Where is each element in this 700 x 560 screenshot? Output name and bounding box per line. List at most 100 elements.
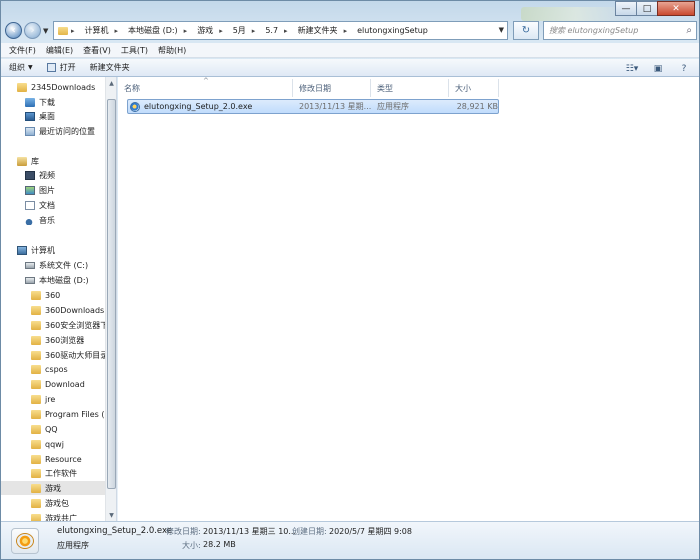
back-button[interactable]: ‹ [5, 22, 22, 39]
nav-item-recent-places[interactable]: 最近访问的位置 [25, 124, 95, 138]
address-bar[interactable]: ▸ 计算机 ▸ 本地磁盘 (D:) ▸ 游戏 ▸ 5月 ▸ 5.7 ▸ 新建文件… [53, 21, 508, 40]
column-header-name[interactable]: 名称 ^ [118, 77, 293, 97]
details-created-label: 创建日期: [292, 527, 327, 536]
breadcrumb-sep[interactable]: ▸ [284, 27, 292, 35]
address-dropdown-icon[interactable]: ▼ [499, 26, 504, 34]
maximize-button[interactable]: □ [636, 1, 658, 16]
nav-item-label: 2345Downloads [31, 82, 96, 92]
nav-item-label: 本地磁盘 (D:) [39, 275, 89, 285]
breadcrumb-label: elutongxingSetup [357, 26, 428, 35]
nav-folder-360-browser[interactable]: 360浏览器 [31, 333, 84, 347]
video-icon [25, 170, 35, 180]
breadcrumb-sep[interactable]: ▸ [115, 27, 123, 35]
nav-item-pictures[interactable]: 图片 [25, 183, 55, 197]
breadcrumb-sep[interactable]: ▸ [252, 27, 260, 35]
column-header-type[interactable]: 类型 [371, 79, 449, 97]
breadcrumb-label: 新建文件夹 [297, 26, 338, 35]
back-arrow-icon: ‹ [11, 25, 16, 36]
nav-item-computer[interactable]: 计算机 [17, 243, 55, 257]
breadcrumb-games[interactable]: 游戏 [197, 25, 213, 36]
new-folder-label: 新建文件夹 [89, 63, 130, 72]
chevron-right-icon: ▸ [251, 26, 256, 35]
nav-folder-360-browser-download[interactable]: 360安全浏览器下 [31, 318, 108, 332]
nav-item-drive-c[interactable]: 系统文件 (C:) [25, 258, 88, 272]
nav-folder-games[interactable]: 游戏 [1, 481, 105, 495]
nav-folder-download[interactable]: Download [31, 377, 85, 391]
folder-icon [17, 82, 27, 92]
folder-icon [31, 305, 41, 315]
file-name: elutongxing_Setup_2.0.exe [144, 102, 253, 111]
preview-pane-icon[interactable]: ▣ [651, 63, 665, 74]
breadcrumb-label: 计算机 [84, 26, 109, 35]
nav-scrollbar[interactable]: ▲ ▼ [105, 77, 116, 521]
refresh-button[interactable]: ↻ [513, 21, 539, 40]
minimize-button[interactable]: — [615, 1, 637, 16]
view-options-icon[interactable]: ☷▾ [625, 63, 639, 74]
chevron-right-icon: ▸ [114, 26, 119, 35]
nav-folder-jre[interactable]: jre [31, 392, 55, 406]
nav-item-videos[interactable]: 视频 [25, 168, 55, 182]
breadcrumb-computer[interactable]: 计算机 [85, 25, 109, 36]
breadcrumb-new-folder[interactable]: 新建文件夹 [298, 25, 338, 36]
nav-item-drive-d[interactable]: 本地磁盘 (D:) [25, 273, 89, 287]
menu-view[interactable]: 查看(V) [83, 45, 111, 56]
nav-item-libraries[interactable]: 库 [17, 154, 39, 168]
nav-item-downloads[interactable]: 下载 [25, 95, 55, 109]
new-folder-button[interactable]: 新建文件夹 [90, 62, 130, 73]
search-input[interactable]: 搜索 elutongxingSetup ⌕ [543, 21, 697, 40]
nav-folder-qq[interactable]: QQ [31, 422, 58, 436]
breadcrumb-may[interactable]: 5月 [233, 25, 246, 36]
breadcrumb-root[interactable]: ▸ [71, 27, 79, 35]
menu-file[interactable]: 文件(F) [9, 45, 36, 56]
nav-item-label: 库 [31, 156, 39, 166]
nav-folder-work-software[interactable]: 工作软件 [31, 466, 77, 480]
details-size-label: 大小: [182, 541, 201, 550]
file-row[interactable]: elutongxing_Setup_2.0.exe 2013/11/13 星期.… [127, 99, 499, 114]
column-header-size[interactable]: 大小 [449, 79, 499, 97]
view-controls: ☷▾ ▣ ? [613, 63, 691, 74]
open-button[interactable]: 打开 [46, 62, 76, 73]
breadcrumb-5-7[interactable]: 5.7 [265, 26, 278, 35]
installer-disc-icon [16, 533, 34, 549]
folder-icon [31, 498, 41, 508]
nav-item-label: qqwj [45, 439, 64, 449]
search-icon[interactable]: ⌕ [686, 25, 692, 36]
breadcrumb-current[interactable]: elutongxingSetup [357, 26, 428, 35]
nav-folder-game-pack[interactable]: 游戏包 [31, 496, 69, 510]
chevron-right-icon: ▸ [219, 26, 223, 35]
help-icon[interactable]: ? [677, 63, 691, 74]
organize-button[interactable]: 组织 ▼ [9, 62, 33, 73]
close-button[interactable]: ✕ [657, 1, 695, 16]
folder-icon [31, 290, 41, 300]
forward-button[interactable]: › [24, 22, 41, 39]
nav-folder-360-driver[interactable]: 360驱动大师目录 [31, 348, 108, 362]
nav-item-2345downloads[interactable]: 2345Downloads [17, 80, 95, 94]
column-header-modified[interactable]: 修改日期 [293, 79, 371, 97]
nav-folder-cspos[interactable]: cspos [31, 362, 68, 376]
nav-folder-resource[interactable]: Resource [31, 452, 82, 466]
menu-help[interactable]: 帮助(H) [158, 45, 186, 56]
breadcrumb-sep[interactable]: ▸ [219, 27, 227, 35]
nav-item-documents[interactable]: 文档 [25, 198, 55, 212]
menu-edit[interactable]: 编辑(E) [46, 45, 73, 56]
nav-folder-qqwj[interactable]: qqwj [31, 437, 64, 451]
forward-arrow-icon: › [30, 25, 35, 36]
breadcrumb-drive-d[interactable]: 本地磁盘 (D:) [128, 25, 178, 36]
nav-item-label: 视频 [39, 170, 55, 180]
nav-folder-360[interactable]: 360 [31, 288, 60, 302]
nav-item-music[interactable]: 音乐 [25, 213, 55, 227]
folder-icon [31, 424, 41, 434]
scrollbar-thumb[interactable] [107, 99, 116, 489]
scroll-down-icon[interactable]: ▼ [106, 509, 116, 521]
nav-folder-360downloads[interactable]: 360Downloads [31, 303, 104, 317]
breadcrumb-sep[interactable]: ▸ [344, 27, 352, 35]
nav-folder-game-share[interactable]: 游戏共广 [31, 511, 77, 521]
scroll-up-icon[interactable]: ▲ [106, 77, 116, 89]
folder-icon [31, 454, 41, 464]
menu-tools[interactable]: 工具(T) [121, 45, 148, 56]
breadcrumb-sep[interactable]: ▸ [184, 27, 192, 35]
column-header-label: 名称 [124, 83, 140, 93]
nav-folder-program-files[interactable]: Program Files ( [31, 407, 105, 421]
recent-pages-dropdown[interactable]: ▼ [43, 27, 48, 35]
nav-item-desktop[interactable]: 桌面 [25, 109, 55, 123]
